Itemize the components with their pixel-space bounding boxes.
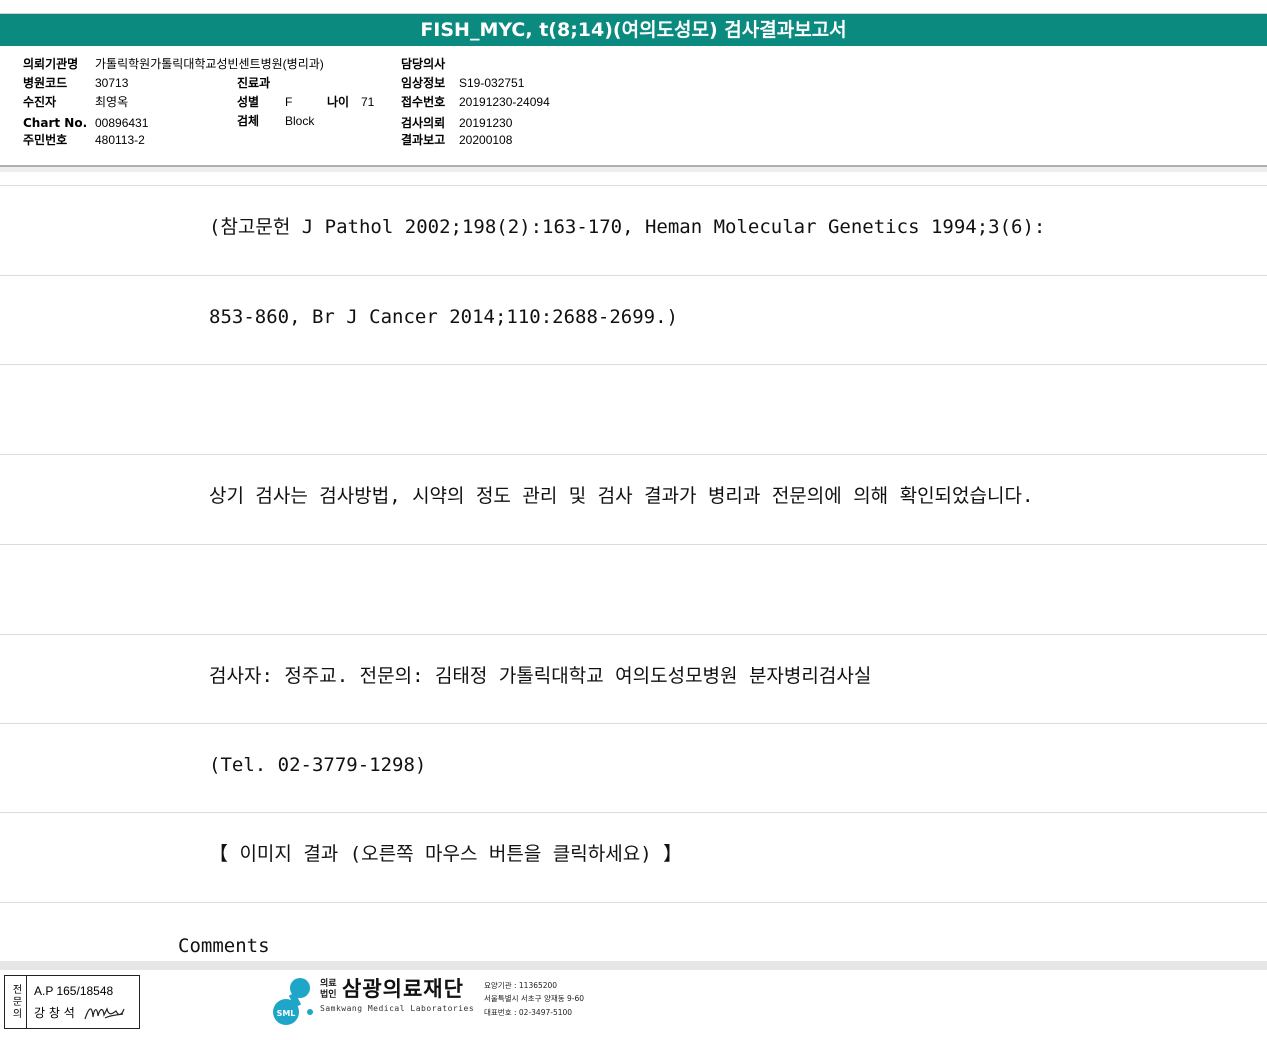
- resident-no-label: 주민번호: [23, 133, 68, 147]
- stamp-license: A.P 165/18548: [34, 984, 114, 998]
- result-row: [0, 364, 1267, 454]
- result-row: 검사자: 정주교. 전문의: 김태정 가톨릭대학교 여의도성모병원 분자병리검사…: [0, 634, 1267, 724]
- comments-label: Comments: [178, 935, 270, 957]
- stamp-name-line: 강 창 석: [34, 1003, 139, 1023]
- result-row: (Tel. 02-3779-1298): [0, 723, 1267, 813]
- institution-value: 가톨릭학원가톨릭대학교성빈센트병원(병리과): [95, 57, 324, 71]
- image-result-link[interactable]: 【 이미지 결과 (오른쪽 마우스 버튼을 클릭하세요) 】: [209, 841, 682, 867]
- result-line: 853-860, Br J Cancer 2014;110:2688-2699.…: [209, 306, 678, 328]
- department-label: 진료과: [237, 76, 271, 90]
- care-institution: 요양기관 : 11365200: [484, 981, 558, 990]
- sml-logo-icon: SML: [273, 978, 313, 1025]
- patient-info-panel: 의뢰기관명 가톨릭학원가톨릭대학교성빈센트병원(병리과) 병원코드 30713 …: [0, 50, 1267, 166]
- hospital-code-label: 병원코드: [23, 76, 68, 90]
- logo-kind: 의료 법인: [320, 979, 337, 1000]
- image-result-row[interactable]: 【 이미지 결과 (오른쪽 마우스 버튼을 클릭하세요) 】: [0, 812, 1267, 902]
- hospital-code-value: 30713: [95, 76, 129, 90]
- doctor-label: 담당의사: [401, 57, 446, 71]
- specimen-label: 검체: [237, 114, 260, 128]
- clinical-info-label: 임상정보: [401, 76, 446, 90]
- address: 서울특별시 서초구 양재동 9-60: [484, 994, 585, 1003]
- logo-name: 삼광의료재단: [342, 977, 464, 1001]
- result-row: (참고문헌 J Pathol 2002;198(2):163-170, Hema…: [0, 185, 1267, 275]
- chart-no-value: 00896431: [95, 116, 149, 130]
- footer-divider: [0, 961, 1267, 970]
- chart-no-label: Chart No.: [23, 116, 88, 130]
- report-date-label: 결과보고: [401, 133, 446, 147]
- receipt-no-value: 20191230-24094: [459, 95, 550, 109]
- resident-no-value: 480113-2: [95, 133, 145, 147]
- patient-label: 수진자: [23, 95, 57, 109]
- clinical-info-value: S19-032751: [459, 76, 525, 90]
- company-logo: SML 의료 법인 삼광의료재단 Samkwang Medical Labora…: [270, 976, 600, 1030]
- report-title: FISH_MYC, t(8;14)(여의도성모) 검사결과보고서: [0, 13, 1267, 46]
- result-line: 검사자: 정주교. 전문의: 김태정 가톨릭대학교 여의도성모병원 분자병리검사…: [209, 665, 872, 687]
- stamp-title-text: 전문의: [10, 984, 21, 1020]
- request-date-value: 20191230: [459, 116, 513, 130]
- specimen-value: Block: [285, 114, 315, 128]
- phone: 대표번호 : 02-3497-5100: [484, 1008, 573, 1017]
- stamp-title: 전문의: [5, 976, 27, 1028]
- stamp-name: 강 창 석: [34, 1006, 75, 1020]
- result-row: 853-860, Br J Cancer 2014;110:2688-2699.…: [0, 275, 1267, 365]
- result-row: [0, 544, 1267, 634]
- logo-badge: SML: [277, 1009, 296, 1018]
- patient-value: 최영옥: [95, 95, 129, 109]
- age-value: 71: [361, 95, 375, 109]
- signature-icon: [84, 1007, 125, 1020]
- sex-value: F: [285, 95, 293, 109]
- report-date-value: 20200108: [459, 133, 513, 147]
- result-line: (Tel. 02-3779-1298): [209, 754, 427, 776]
- result-row: 상기 검사는 검사방법, 시약의 정도 관리 및 검사 결과가 병리과 전문의에…: [0, 454, 1267, 544]
- age-label: 나이: [327, 95, 350, 109]
- sex-label: 성별: [237, 95, 260, 109]
- logo-english: Samkwang Medical Laboratories: [320, 1004, 475, 1013]
- receipt-no-label: 접수번호: [401, 95, 446, 109]
- institution-label: 의뢰기관명: [23, 57, 79, 71]
- request-date-label: 검사의뢰: [401, 116, 446, 130]
- result-line: 상기 검사는 검사방법, 시약의 정도 관리 및 검사 결과가 병리과 전문의에…: [209, 485, 1034, 507]
- header-divider-shade: [0, 167, 1267, 172]
- specialist-stamp: 전문의 A.P 165/18548 강 창 석: [4, 975, 140, 1029]
- result-line: (참고문헌 J Pathol 2002;198(2):163-170, Hema…: [209, 216, 1046, 238]
